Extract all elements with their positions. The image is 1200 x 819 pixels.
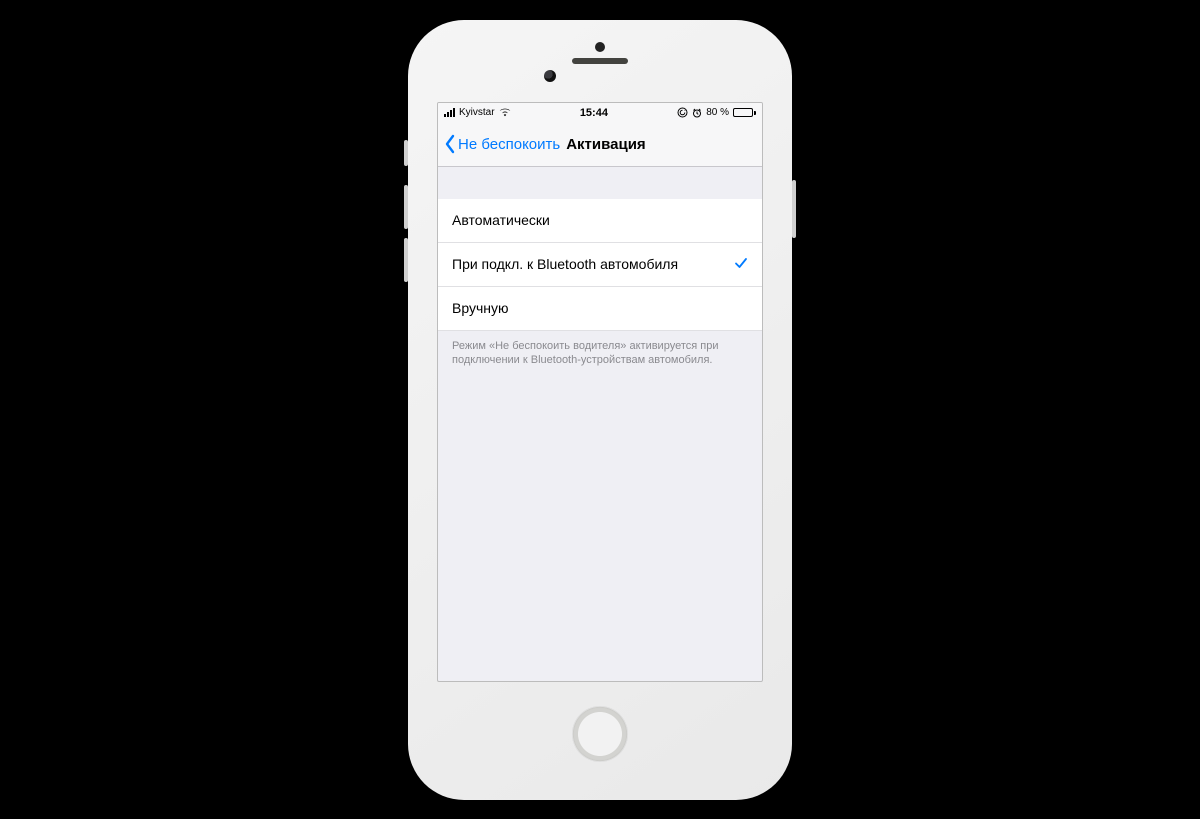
alarm-icon <box>692 108 702 118</box>
chevron-left-icon <box>444 134 456 154</box>
screen: Kyivstar 15:44 80 % <box>437 102 763 682</box>
back-label: Не беспокоить <box>458 136 560 153</box>
battery-percent-label: 80 % <box>706 107 729 118</box>
group-spacer <box>438 167 762 199</box>
volume-down-button <box>404 238 408 282</box>
page-title: Активация <box>566 136 645 153</box>
volume-up-button <box>404 185 408 229</box>
navigation-bar: Не беспокоить Активация <box>438 123 762 167</box>
status-bar: Kyivstar 15:44 80 % <box>438 103 762 123</box>
checkmark-icon <box>734 256 748 273</box>
section-footer-note: Режим «Не беспокоить водителя» активируе… <box>438 331 762 369</box>
iphone-device-frame: Kyivstar 15:44 80 % <box>408 20 792 800</box>
battery-icon <box>733 108 756 117</box>
earpiece-speaker <box>572 58 628 64</box>
option-manual[interactable]: Вручную <box>438 287 762 331</box>
back-button[interactable]: Не беспокоить <box>444 134 560 154</box>
wifi-icon <box>499 108 511 117</box>
option-label: При подкл. к Bluetooth автомобиля <box>452 256 678 272</box>
front-camera <box>544 70 556 82</box>
power-button <box>792 180 796 238</box>
status-clock: 15:44 <box>580 107 608 119</box>
home-button[interactable] <box>572 706 628 762</box>
option-label: Вручную <box>452 300 509 316</box>
option-automatic[interactable]: Автоматически <box>438 199 762 243</box>
carrier-label: Kyivstar <box>459 107 495 118</box>
mute-switch <box>404 140 408 166</box>
sensor-cluster <box>408 20 792 102</box>
orientation-lock-icon <box>677 107 688 118</box>
option-label: Автоматически <box>452 212 550 228</box>
cellular-signal-icon <box>444 108 455 117</box>
option-bluetooth[interactable]: При подкл. к Bluetooth автомобиля <box>438 243 762 287</box>
proximity-sensor <box>595 42 605 52</box>
